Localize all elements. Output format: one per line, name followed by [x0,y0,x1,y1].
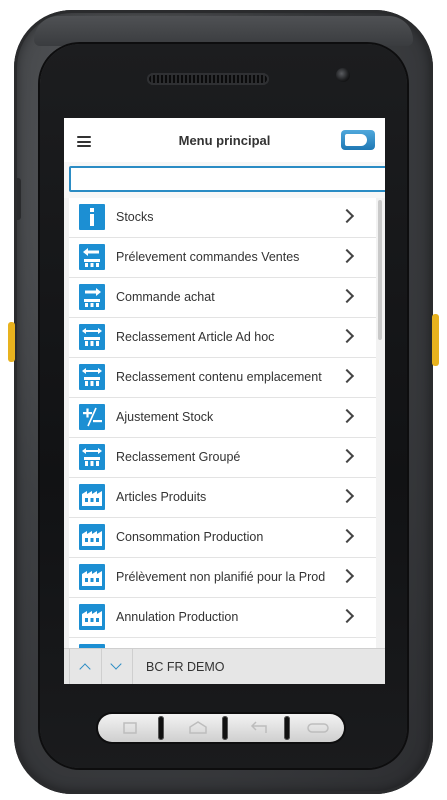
menu-item[interactable]: Reclassement contenu emplacement [69,358,376,398]
chevron-right-icon [339,328,355,344]
back-icon[interactable] [240,721,280,735]
screen: Menu principal Stocks Prélevement command… [64,118,385,684]
menu-item[interactable]: Annulation Production [69,598,376,638]
scroll-up-button[interactable] [69,649,102,684]
menu-item[interactable]: Articles Produits [69,478,376,518]
chevron-right-icon [339,608,355,624]
transfer-icon [79,444,105,470]
menu-item-label: Reclassement contenu emplacement [116,370,322,384]
device-bumper [34,16,413,46]
bar-separator [284,716,290,740]
app-logo-icon [341,130,375,150]
bar-separator [158,716,164,740]
menu-item-label: Reclassement Groupé [116,450,241,464]
transfer-icon [79,324,105,350]
scan-button-right[interactable] [432,314,439,366]
menu-item[interactable]: Reclassement Groupé [69,438,376,478]
company-name: BC FR DEMO [146,660,225,674]
bar-separator [222,716,228,740]
page-title: Menu principal [178,133,271,148]
factory-icon [79,564,105,590]
chevron-right-icon [339,408,355,424]
recent-apps-icon[interactable] [110,721,150,735]
chevron-right-icon [339,288,355,304]
hamburger-menu-icon[interactable] [77,136,91,147]
chevron-down-icon [110,658,122,670]
menu-key-icon[interactable] [298,721,338,735]
menu-item[interactable]: Ajustement Stock [69,398,376,438]
pick-left-icon [79,244,105,270]
side-button-left-top[interactable] [14,178,21,220]
bottom-bar: BC FR DEMO [64,648,385,684]
chevron-right-icon [339,488,355,504]
chevron-right-icon [339,248,355,264]
menu-item-label: Ajustement Stock [116,410,214,424]
receive-right-icon [79,284,105,310]
factory-icon [79,524,105,550]
home-icon[interactable] [178,721,218,735]
menu-item[interactable]: Prélèvement non planifié pour la Prod [69,558,376,598]
menu-item-label: Annulation Production [116,610,239,624]
plus-minus-icon [79,404,105,430]
chevron-right-icon [339,368,355,384]
scroll-down-button[interactable] [101,649,133,684]
menu-item-label: Prélèvement non planifié pour la Prod [116,570,326,584]
search-input[interactable] [69,166,385,192]
front-camera [336,68,350,82]
menu-item[interactable]: Commande achat [69,278,376,318]
menu-item[interactable]: Consommation Production [69,518,376,558]
menu-item-label: Stocks [116,210,154,224]
menu-item-label: Commande achat [116,290,215,304]
chevron-right-icon [339,448,355,464]
scrollbar[interactable] [378,200,382,340]
chevron-right-icon [339,528,355,544]
menu-list: Stocks Prélevement commandes Ventes Comman… [69,198,376,648]
menu-item-label: Articles Produits [116,490,207,504]
app-header: Menu principal [64,118,385,163]
menu-item[interactable]: Prélevement commandes Ventes [69,238,376,278]
menu-item[interactable]: Stocks [69,198,376,238]
factory-icon [79,484,105,510]
menu-item-label: Reclassement Article Ad hoc [116,330,275,344]
search-bar [64,162,385,198]
menu-item[interactable]: Reclassement Article Ad hoc [69,318,376,358]
transfer-icon [79,364,105,390]
menu-item[interactable] [69,638,376,648]
factory-icon [79,604,105,630]
chevron-up-icon [79,663,91,675]
chevron-right-icon [339,568,355,584]
hardware-nav-bar [98,714,344,742]
menu-item-label: Consommation Production [116,530,264,544]
menu-item-label: Prélevement commandes Ventes [116,250,300,264]
scan-button-left[interactable] [8,322,15,362]
chevron-right-icon [339,208,355,224]
earpiece-speaker [147,73,269,85]
info-icon [79,204,105,230]
